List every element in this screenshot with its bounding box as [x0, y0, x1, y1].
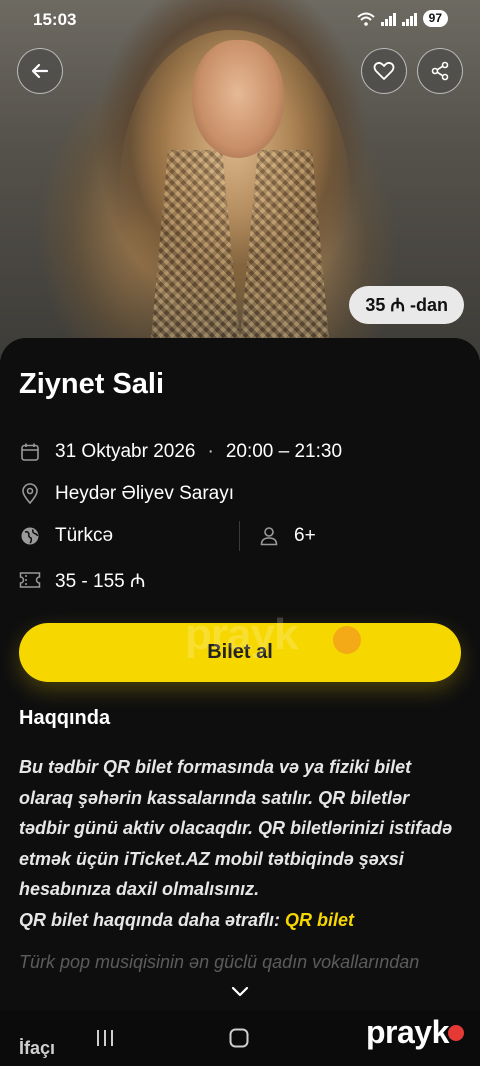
event-title: Ziynet Sali	[19, 368, 165, 400]
home-icon[interactable]	[228, 1027, 250, 1049]
event-datetime-row: 31 Oktyabr 2026 · 20:00 – 21:30	[19, 441, 342, 463]
event-age-row: 6+	[258, 525, 316, 547]
event-language-row: Türkcə	[19, 525, 113, 547]
event-venue: Heydər Əliyev Sarayı	[55, 483, 235, 504]
watermark-dot	[333, 626, 361, 654]
signal-icon-2	[401, 12, 417, 26]
brand-logo: prayk	[366, 1014, 449, 1050]
recents-icon[interactable]	[95, 1028, 115, 1048]
qr-ticket-link[interactable]: QR bilet	[285, 910, 354, 930]
about-text: Bu tədbir QR bilet formasında və ya fizi…	[19, 752, 464, 935]
event-price-row: 35 - 155 ₼	[19, 567, 145, 593]
brand-logo-dot	[448, 1025, 464, 1041]
globe-icon	[19, 525, 41, 547]
location-pin-icon	[19, 483, 41, 505]
back-button[interactable]	[17, 48, 63, 94]
back-arrow-icon	[31, 63, 49, 79]
performer-section-heading: İfaçı	[19, 1038, 56, 1058]
share-button[interactable]	[417, 48, 463, 94]
about-heading: Haqqında	[19, 707, 111, 729]
battery-indicator: 97	[422, 10, 448, 27]
calendar-icon	[19, 441, 41, 463]
favorite-button[interactable]	[361, 48, 407, 94]
event-age-limit: 6+	[294, 525, 316, 546]
hero-face-shape	[192, 40, 284, 158]
ticket-icon	[19, 569, 41, 591]
date-time-separator: ·	[207, 441, 214, 462]
row-divider	[239, 521, 240, 551]
share-icon	[431, 61, 449, 81]
description-preview: Türk pop musiqisinin ən güclü qadın voka…	[19, 952, 420, 972]
starting-price-badge: 35 ₼ -dan	[349, 286, 464, 324]
event-price-range: 35 - 155 ₼	[55, 571, 146, 592]
event-date: 31 Oktyabr 2026	[55, 441, 196, 462]
event-language: Türkcə	[55, 525, 114, 546]
wifi-icon	[356, 12, 375, 26]
status-bar: 15:03 97	[0, 0, 480, 40]
about-body: Bu tədbir QR bilet formasında və ya fizi…	[19, 757, 453, 899]
chevron-down-icon[interactable]	[228, 982, 252, 1002]
event-time: 20:00 – 21:30	[225, 441, 343, 462]
about-more-prefix: QR bilet haqqında daha ətraflı:	[19, 909, 281, 930]
person-icon	[258, 525, 280, 547]
status-icons: 97	[356, 10, 448, 27]
signal-icon	[380, 12, 396, 26]
event-venue-row[interactable]: Heydər Əliyev Sarayı	[19, 483, 234, 505]
status-time: 15:03	[33, 10, 77, 29]
heart-icon	[373, 61, 395, 80]
watermark-text: prayk	[185, 610, 298, 659]
